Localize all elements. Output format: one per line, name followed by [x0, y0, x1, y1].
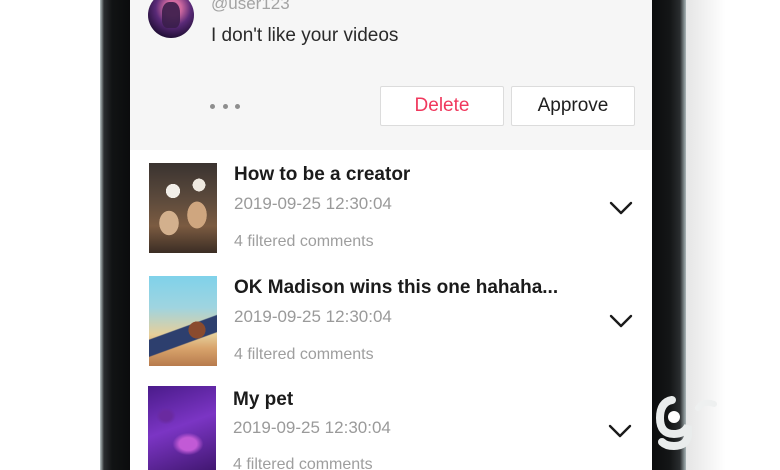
chevron-down-icon[interactable] — [608, 423, 632, 439]
more-dots-icon — [235, 103, 240, 109]
video-list-item[interactable]: My pet 2019-09-25 12:30:04 4 filtered co… — [130, 370, 652, 470]
phone-bezel-left — [100, 0, 130, 470]
video-thumbnail[interactable] — [149, 163, 217, 253]
watermark-logo — [654, 390, 724, 451]
more-dots-icon — [222, 103, 228, 109]
delete-button[interactable]: Delete — [380, 86, 504, 126]
phone-screen: @user123 I don't like your videos Delete… — [130, 0, 652, 470]
filtered-comments-count: 4 filtered comments — [234, 233, 374, 250]
chevron-down-icon[interactable] — [609, 200, 633, 216]
video-thumbnail[interactable] — [149, 276, 217, 366]
video-date: 2019-09-25 12:30:04 — [233, 418, 391, 437]
more-dots-icon — [210, 103, 215, 109]
more-options-button[interactable] — [210, 97, 240, 115]
video-title: How to be a creator — [234, 164, 411, 185]
filtered-comments-count: 4 filtered comments — [234, 346, 374, 363]
comment-text: I don't like your videos — [211, 25, 399, 46]
video-date: 2019-09-25 12:30:04 — [234, 307, 392, 326]
approve-button[interactable]: Approve — [511, 86, 635, 126]
chevron-down-icon[interactable] — [609, 313, 633, 329]
video-title: My pet — [233, 389, 294, 410]
video-list-item[interactable]: OK Madison wins this one hahaha... 2019-… — [130, 264, 652, 376]
video-date: 2019-09-25 12:30:04 — [234, 194, 392, 213]
video-list-item[interactable]: How to be a creator 2019-09-25 12:30:04 … — [130, 153, 652, 265]
video-thumbnail[interactable] — [148, 386, 216, 470]
comment-card: @user123 I don't like your videos Delete… — [130, 0, 652, 150]
video-title: OK Madison wins this one hahaha... — [234, 277, 559, 298]
avatar[interactable] — [148, 0, 194, 38]
filtered-comments-count: 4 filtered comments — [233, 456, 373, 470]
comment-username[interactable]: @user123 — [211, 0, 290, 14]
